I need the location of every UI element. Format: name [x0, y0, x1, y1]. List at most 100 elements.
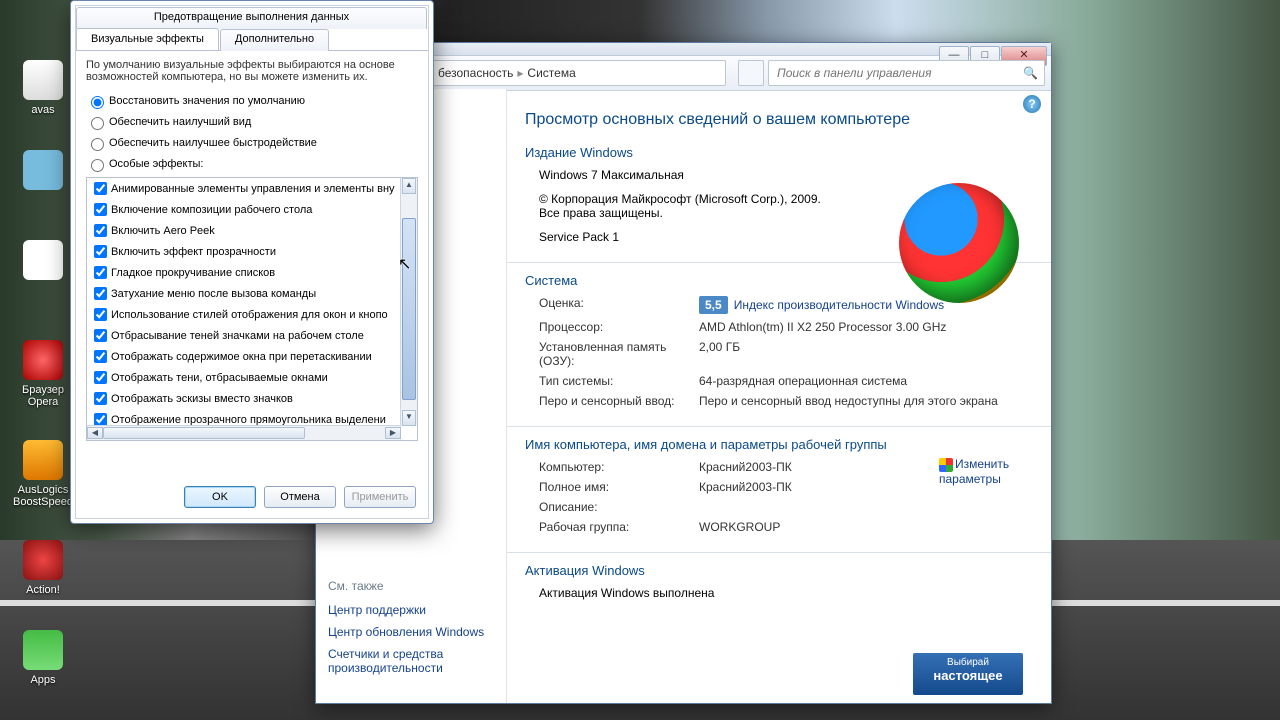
tab-visual-effects[interactable]: Визуальные эффекты: [76, 28, 219, 50]
apply-button[interactable]: Применить: [344, 486, 416, 508]
effect-item[interactable]: Включить Aero Peek: [87, 220, 401, 241]
effects-list[interactable]: Анимированные элементы управления и элем…: [86, 177, 418, 441]
side-link-perf[interactable]: Счетчики и средства производительности: [328, 647, 498, 675]
hscroll-thumb[interactable]: [103, 427, 305, 439]
effect-checkbox[interactable]: [94, 224, 107, 237]
effect-label: Отображать эскизы вместо значков: [111, 393, 293, 405]
value: Перо и сенсорный ввод недоступны для это…: [699, 394, 1033, 408]
section-title-activation: Активация Windows: [525, 563, 1033, 578]
rating-link[interactable]: Индекс производительности Windows: [734, 298, 944, 312]
vertical-scrollbar[interactable]: ▲ ▼: [400, 178, 417, 426]
search-box[interactable]: 🔍: [768, 60, 1045, 86]
radio-restore-defaults[interactable]: Восстановить значения по умолчанию: [86, 93, 418, 109]
label: Оценка:: [539, 296, 699, 314]
dialog-description: По умолчанию визуальные эффекты выбирают…: [86, 59, 418, 83]
effect-label: Использование стилей отображения для око…: [111, 309, 388, 321]
effect-item[interactable]: Гладкое прокручивание списков: [87, 262, 401, 283]
change-settings-link[interactable]: Изменить параметры: [939, 457, 1029, 486]
label: Тип системы:: [539, 374, 699, 388]
performance-options-dialog: Предотвращение выполнения данных Визуаль…: [70, 0, 434, 524]
activation-status: Активация Windows выполнена: [525, 586, 1033, 600]
desktop-icon-avast[interactable]: avas: [8, 60, 78, 116]
shield-icon: [939, 458, 953, 472]
main-panel: ? Просмотр основных сведений о вашем ком…: [507, 89, 1051, 703]
label: Установленная память (ОЗУ):: [539, 340, 699, 368]
value: 64-разрядная операционная система: [699, 374, 1033, 388]
effect-item[interactable]: Включить эффект прозрачности: [87, 241, 401, 262]
scroll-down-icon[interactable]: ▼: [402, 410, 416, 426]
cancel-button[interactable]: Отмена: [264, 486, 336, 508]
effect-item[interactable]: Отображать содержимое окна при перетаски…: [87, 346, 401, 367]
effect-label: Отображать тени, отбрасываемые окнами: [111, 372, 328, 384]
effect-label: Включить Aero Peek: [111, 225, 215, 237]
desktop-icon-opera[interactable]: Браузер Opera: [8, 340, 78, 408]
breadcrumb-part[interactable]: Система: [527, 66, 575, 80]
effect-label: Затухание меню после вызова команды: [111, 288, 316, 300]
page-title: Просмотр основных сведений о вашем компь…: [525, 111, 1033, 129]
effect-checkbox[interactable]: [94, 392, 107, 405]
effect-label: Включить эффект прозрачности: [111, 246, 276, 258]
tab-row-1: Визуальные эффекты Дополнительно: [76, 28, 428, 51]
effect-checkbox[interactable]: [94, 350, 107, 363]
windows-logo-icon: [899, 183, 1019, 303]
label: Процессор:: [539, 320, 699, 334]
effect-checkbox[interactable]: [94, 329, 107, 342]
copyright: © Корпорация Майкрософт (Microsoft Corp.…: [539, 192, 839, 220]
effect-checkbox[interactable]: [94, 182, 107, 195]
search-icon[interactable]: 🔍: [1023, 66, 1038, 80]
label: Описание:: [539, 500, 699, 514]
effect-item[interactable]: Отображать эскизы вместо значков: [87, 388, 401, 409]
effect-label: Отображение прозрачного прямоугольника в…: [111, 414, 386, 426]
horizontal-scrollbar[interactable]: ◀ ▶: [87, 425, 401, 440]
breadcrumb[interactable]: …ема и безопасность ▸ Система: [386, 60, 726, 86]
effect-label: Отображать содержимое окна при перетаски…: [111, 351, 372, 363]
desktop-icon-boostspeed[interactable]: AusLogics BoostSpeed: [8, 440, 78, 508]
side-link-update[interactable]: Центр обновления Windows: [328, 625, 498, 639]
effect-label: Включение композиции рабочего стола: [111, 204, 312, 216]
desktop-icon-apps[interactable]: Apps: [8, 630, 78, 686]
chevron-right-icon: ▸: [517, 66, 523, 80]
scroll-up-icon[interactable]: ▲: [402, 178, 416, 194]
help-icon[interactable]: ?: [1023, 95, 1041, 113]
effect-item[interactable]: Анимированные элементы управления и элем…: [87, 178, 401, 199]
effect-item[interactable]: Отображать тени, отбрасываемые окнами: [87, 367, 401, 388]
tab-advanced[interactable]: Дополнительно: [220, 29, 329, 51]
rating-badge: 5,5: [699, 296, 728, 314]
effect-checkbox[interactable]: [94, 266, 107, 279]
effect-item[interactable]: Использование стилей отображения для око…: [87, 304, 401, 325]
genuine-banner[interactable]: Выбирайнастоящее: [913, 653, 1023, 695]
tab-row-2: Предотвращение выполнения данных: [76, 6, 428, 28]
radio-best-appearance[interactable]: Обеспечить наилучший вид: [86, 114, 418, 130]
effect-item[interactable]: Отбрасывание теней значками на рабочем с…: [87, 325, 401, 346]
edition-name: Windows 7 Максимальная: [539, 168, 839, 182]
scroll-right-icon[interactable]: ▶: [385, 427, 401, 439]
value: 2,00 ГБ: [699, 340, 1033, 368]
section-title-edition: Издание Windows: [525, 145, 1033, 160]
see-also-header: См. также: [328, 579, 498, 593]
effect-item[interactable]: Отображение прозрачного прямоугольника в…: [87, 409, 401, 426]
effect-item[interactable]: Затухание меню после вызова команды: [87, 283, 401, 304]
desktop-icon-g[interactable]: [8, 240, 78, 284]
radio-best-performance[interactable]: Обеспечить наилучшее быстродействие: [86, 135, 418, 151]
effect-checkbox[interactable]: [94, 287, 107, 300]
label: Перо и сенсорный ввод:: [539, 394, 699, 408]
radio-custom[interactable]: Особые эффекты:: [86, 156, 418, 172]
refresh-button[interactable]: [738, 60, 764, 86]
section-title-naming: Имя компьютера, имя домена и параметры р…: [525, 437, 1033, 452]
desktop-icon-action[interactable]: Action!: [8, 540, 78, 596]
scroll-thumb[interactable]: [402, 218, 416, 400]
ok-button[interactable]: OK: [184, 486, 256, 508]
effect-item[interactable]: Включение композиции рабочего стола: [87, 199, 401, 220]
effect-checkbox[interactable]: [94, 203, 107, 216]
effect-checkbox[interactable]: [94, 371, 107, 384]
search-input[interactable]: [775, 65, 1023, 81]
label: Компьютер:: [539, 460, 699, 474]
scroll-left-icon[interactable]: ◀: [87, 427, 103, 439]
tab-dep[interactable]: Предотвращение выполнения данных: [76, 7, 427, 29]
label: Рабочая группа:: [539, 520, 699, 534]
effect-label: Отбрасывание теней значками на рабочем с…: [111, 330, 364, 342]
desktop-icon-generic[interactable]: [8, 150, 78, 194]
effect-checkbox[interactable]: [94, 245, 107, 258]
effect-checkbox[interactable]: [94, 308, 107, 321]
side-link-support[interactable]: Центр поддержки: [328, 603, 498, 617]
